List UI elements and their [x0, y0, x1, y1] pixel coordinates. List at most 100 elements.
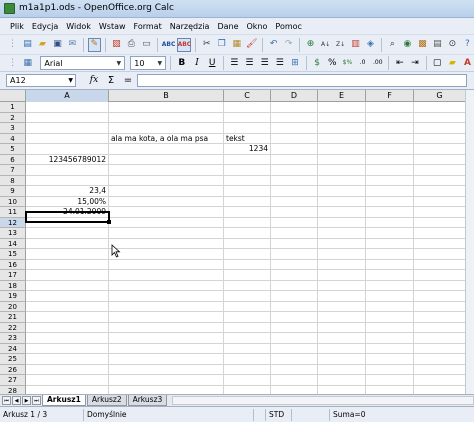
status-page-style[interactable]: Domyślnie: [84, 408, 254, 421]
horizontal-scrollbar[interactable]: [172, 396, 474, 405]
row-header-2[interactable]: 2: [0, 112, 26, 123]
sum-icon[interactable]: Σ: [104, 74, 118, 88]
next-sheet-icon[interactable]: ▶: [22, 396, 31, 405]
currency-format-icon[interactable]: $: [311, 56, 324, 70]
row-header-23[interactable]: 23: [0, 333, 26, 344]
active-cell-cursor[interactable]: [25, 211, 110, 223]
row-header-8[interactable]: 8: [0, 175, 26, 186]
row-header-12[interactable]: 12: [0, 217, 26, 228]
row-header-3[interactable]: 3: [0, 123, 26, 134]
row-header-7[interactable]: 7: [0, 165, 26, 176]
equals-function-icon[interactable]: =: [121, 74, 135, 88]
row-header-17[interactable]: 17: [0, 270, 26, 281]
sheet-tab-arkusz3[interactable]: Arkusz3: [127, 395, 168, 406]
undo-icon[interactable]: ↶: [267, 38, 280, 52]
last-sheet-icon[interactable]: ⏭: [32, 396, 41, 405]
row-header-19[interactable]: 19: [0, 291, 26, 302]
chevron-down-icon[interactable]: ▼: [114, 58, 123, 68]
zoom-icon[interactable]: ⊙: [446, 38, 459, 52]
row-header-24[interactable]: 24: [0, 343, 26, 354]
sheet-tab-arkusz1[interactable]: Arkusz1: [42, 395, 86, 406]
row-header-20[interactable]: 20: [0, 301, 26, 312]
first-sheet-icon[interactable]: ⏮: [2, 396, 11, 405]
chevron-down-icon[interactable]: ▼: [155, 58, 164, 68]
gallery-icon[interactable]: ▩: [416, 38, 429, 52]
column-header-d[interactable]: D: [271, 90, 318, 102]
redo-icon[interactable]: ↷: [282, 38, 295, 52]
hyperlink-icon[interactable]: ⊕: [304, 38, 317, 52]
cell-c4[interactable]: tekst: [226, 134, 245, 144]
merge-cells-icon[interactable]: ⊞: [288, 56, 301, 70]
increase-indent-icon[interactable]: ⇥: [408, 56, 421, 70]
paste-icon[interactable]: ▦: [230, 38, 243, 52]
row-header-13[interactable]: 13: [0, 228, 26, 239]
background-color-icon[interactable]: ▰: [446, 56, 459, 70]
chevron-down-icon[interactable]: ▼: [68, 75, 73, 86]
row-header-14[interactable]: 14: [0, 238, 26, 249]
sort-descending-icon[interactable]: Z↓: [334, 38, 347, 52]
menu-format[interactable]: Format: [130, 22, 166, 31]
cut-icon[interactable]: ✂: [200, 38, 213, 52]
datasources-icon[interactable]: ▤: [431, 38, 444, 52]
cell-c5[interactable]: 1234: [226, 144, 268, 154]
cell-a10[interactable]: 15,00%: [28, 197, 106, 207]
name-box[interactable]: A12 ▼: [6, 74, 76, 87]
add-decimal-icon[interactable]: .0: [356, 56, 369, 70]
formula-input[interactable]: [137, 74, 467, 87]
print-icon[interactable]: ⎙: [125, 38, 138, 52]
row-header-16[interactable]: 16: [0, 259, 26, 270]
percent-format-icon[interactable]: %: [326, 56, 339, 70]
menu-edycja[interactable]: Edycja: [28, 22, 62, 31]
menu-widok[interactable]: Widok: [62, 22, 95, 31]
font-size-combo[interactable]: 10 ▼: [130, 56, 167, 70]
draw-functions-icon[interactable]: ◈: [364, 38, 377, 52]
row-header-11[interactable]: 11: [0, 207, 26, 218]
row-header-26[interactable]: 26: [0, 364, 26, 375]
column-header-b[interactable]: B: [109, 90, 224, 102]
column-header-e[interactable]: E: [318, 90, 366, 102]
prev-sheet-icon[interactable]: ◀: [12, 396, 21, 405]
menu-narzedzia[interactable]: Narzędzia: [166, 22, 214, 31]
row-header-4[interactable]: 4: [0, 133, 26, 144]
column-header-c[interactable]: C: [224, 90, 271, 102]
align-left-icon[interactable]: ☰: [228, 56, 241, 70]
status-zoom[interactable]: [254, 408, 266, 421]
cell-b4[interactable]: ala ma kota, a ola ma psa: [111, 134, 208, 144]
vertical-scrollbar[interactable]: [465, 90, 474, 394]
export-pdf-icon[interactable]: ▧: [110, 38, 123, 52]
bold-icon[interactable]: B: [175, 56, 188, 70]
autospellcheck-icon[interactable]: ABC: [177, 37, 192, 52]
decrease-indent-icon[interactable]: ⇤: [393, 56, 406, 70]
status-mode[interactable]: STD: [266, 408, 292, 421]
cell-a9[interactable]: 23,4: [28, 186, 106, 196]
column-header-g[interactable]: G: [414, 90, 466, 102]
page-preview-icon[interactable]: ▭: [140, 38, 153, 52]
help-icon[interactable]: ?: [461, 38, 474, 52]
font-color-icon[interactable]: A: [461, 56, 474, 70]
delete-decimal-icon[interactable]: .00: [371, 56, 384, 70]
column-header-f[interactable]: F: [366, 90, 414, 102]
font-name-combo[interactable]: Arial ▼: [40, 56, 126, 70]
new-document-icon[interactable]: ▤: [21, 38, 34, 52]
fill-handle[interactable]: [107, 220, 111, 224]
row-header-22[interactable]: 22: [0, 322, 26, 333]
sort-ascending-icon[interactable]: A↓: [319, 38, 332, 52]
open-folder-icon[interactable]: ▰: [36, 38, 49, 52]
find-replace-icon[interactable]: ⌕: [386, 38, 399, 52]
row-header-10[interactable]: 10: [0, 196, 26, 207]
cell-a6[interactable]: 123456789012: [28, 155, 106, 165]
menu-plik[interactable]: Plik: [6, 22, 28, 31]
edit-file-icon[interactable]: ✎: [87, 37, 101, 52]
row-header-28[interactable]: 28: [0, 385, 26, 394]
justify-icon[interactable]: ☰: [273, 56, 286, 70]
italic-icon[interactable]: I: [190, 56, 203, 70]
row-header-15[interactable]: 15: [0, 249, 26, 260]
row-header-9[interactable]: 9: [0, 186, 26, 197]
styles-formatting-icon[interactable]: ▦: [21, 56, 34, 70]
function-wizard-icon[interactable]: fx: [87, 74, 101, 88]
save-icon[interactable]: ▣: [51, 38, 64, 52]
spreadsheet-grid[interactable]: ABCDEFG 1 2 3 4 5 6 7 8 9 10 11 12 13 14 15 16 17 18 19 20 2…: [0, 90, 474, 394]
column-header-a[interactable]: A: [26, 90, 109, 102]
email-icon[interactable]: ✉: [66, 38, 79, 52]
select-all-corner[interactable]: [0, 90, 26, 102]
